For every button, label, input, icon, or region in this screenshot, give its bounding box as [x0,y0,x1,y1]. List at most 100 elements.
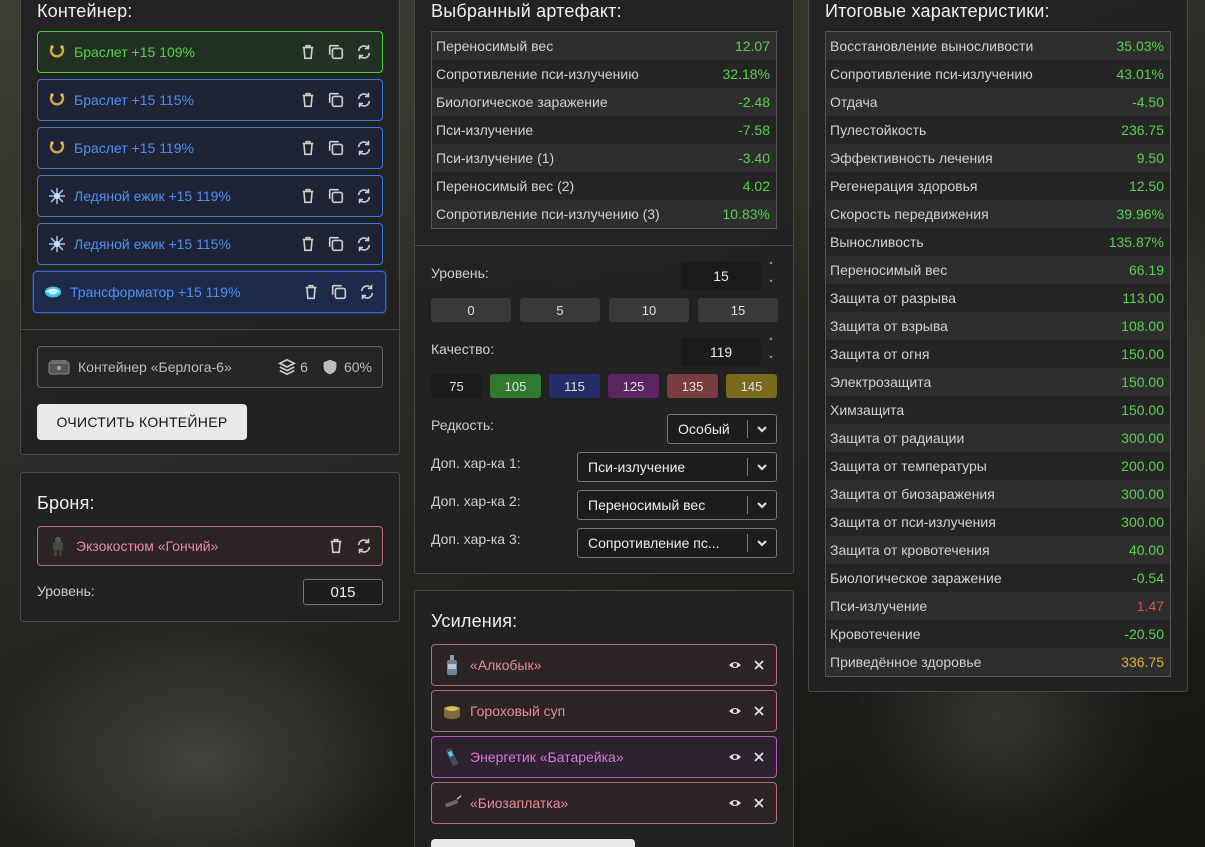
artifact-level-stepper[interactable]: ˄ ˅ [765,262,777,290]
artifact-level-input[interactable]: 15 [681,262,761,290]
chevron-down-icon [748,460,776,474]
container-item[interactable]: Браслет +15 119% [37,127,383,169]
container-item[interactable]: Ледяной ежик +15 115% [37,223,383,265]
quality-preset-button[interactable]: 105 [490,374,541,398]
extra2-select[interactable]: Переносимый вес [577,490,777,520]
boost-item[interactable]: Гороховый суп [431,690,777,732]
boost-item[interactable]: «Биозаплатка» [431,782,777,824]
trash-icon[interactable] [298,42,318,62]
stat-name: Защита от взрыва [830,318,948,334]
quality-preset-button[interactable]: 145 [726,374,777,398]
stat-row: Переносимый вес 66.19 [826,256,1170,284]
swap-icon[interactable] [354,90,374,110]
stat-name: Регенерация здоровья [830,178,978,194]
level-preset-button[interactable]: 10 [609,298,689,322]
bracelet-icon [48,91,66,109]
stat-value: 9.50 [1136,150,1164,166]
stat-name: Пси-излучение [436,122,534,138]
stat-name: Восстановление выносливости [830,38,1034,54]
copy-icon[interactable] [326,186,346,206]
close-icon[interactable] [752,704,766,718]
swap-icon[interactable] [357,282,377,302]
totals-title: Итоговые характеристики: [825,1,1050,21]
quality-preset-button[interactable]: 75 [431,374,482,398]
quality-preset-button[interactable]: 125 [608,374,659,398]
stat-value: 12.07 [734,38,770,54]
chevron-up-icon[interactable]: ˄ [769,338,774,348]
trash-icon[interactable] [298,138,318,158]
eye-icon[interactable] [728,750,742,764]
artifact-stats-table: Переносимый вес 12.07 Сопротивление пси-из… [431,31,777,229]
trash-icon[interactable] [301,282,321,302]
extra3-label: Доп. хар-ка 3: [431,531,521,547]
stat-name: Отдача [830,94,878,110]
stat-value: 200.00 [1121,458,1164,474]
stat-value: 1.47 [1136,598,1164,614]
extra1-select[interactable]: Пси-излучение [577,452,777,482]
add-boost-button[interactable] [431,839,635,847]
artifact-quality-stepper[interactable]: ˄ ˅ [765,338,777,366]
stat-row: Защита от пси-излучения 300.00 [826,508,1170,536]
boost-item[interactable]: Энергетик «Батарейка» [431,736,777,778]
crate-icon [48,358,70,376]
swap-icon[interactable] [354,186,374,206]
stat-value: -20.50 [1124,626,1164,642]
extra1-label: Доп. хар-ка 1: [431,455,521,471]
level-preset-button[interactable]: 5 [520,298,600,322]
stat-name: Сопротивление пси-излучению (3) [436,206,660,222]
trash-icon[interactable] [326,536,346,556]
boost-item[interactable]: «Алкобык» [431,644,777,686]
stat-value: 40.00 [1128,542,1164,558]
chevron-down-icon[interactable]: ˅ [769,280,774,290]
container-item[interactable]: Ледяной ежик +15 119% [37,175,383,217]
clear-container-button[interactable]: ОЧИСТИТЬ КОНТЕЙНЕР [37,404,247,440]
quality-preset-button[interactable]: 115 [549,374,600,398]
close-icon[interactable] [752,750,766,764]
copy-icon[interactable] [329,282,349,302]
copy-icon[interactable] [326,234,346,254]
swap-icon[interactable] [354,234,374,254]
armor-item[interactable]: Экзокостюм «Гончий» [37,526,383,566]
trash-icon[interactable] [298,234,318,254]
extra2-label: Доп. хар-ка 2: [431,493,521,509]
extra1-value: Пси-излучение [588,459,686,475]
extra3-select[interactable]: Сопротивление пс... [577,528,777,558]
chevron-down-icon[interactable]: ˅ [769,356,774,366]
close-icon[interactable] [752,796,766,810]
artifact-quality-input[interactable]: 119 [681,338,761,366]
stat-row: Переносимый вес 12.07 [432,32,776,60]
swap-icon[interactable] [354,138,374,158]
level-preset-button[interactable]: 0 [431,298,511,322]
container-box[interactable]: Контейнер «Берлога-6» 6 60% [37,346,383,388]
copy-icon[interactable] [326,42,346,62]
stat-value: 4.02 [742,178,770,194]
eye-icon[interactable] [728,658,742,672]
copy-icon[interactable] [326,138,346,158]
container-item[interactable]: Браслет +15 115% [37,79,383,121]
container-title: Контейнер: [37,1,133,21]
totals-stats-table: Восстановление выносливости 35.03% Сопроти… [825,31,1171,677]
swap-icon[interactable] [354,536,374,556]
stat-row: Отдача -4.50 [826,88,1170,116]
eye-icon[interactable] [728,796,742,810]
eye-icon[interactable] [728,704,742,718]
trash-icon[interactable] [298,186,318,206]
stat-name: Защита от радиации [830,430,965,446]
stat-row: Защита от биозаражения 300.00 [826,480,1170,508]
armor-level-input[interactable]: 015 [303,579,383,605]
quality-preset-button[interactable]: 135 [667,374,718,398]
trash-icon[interactable] [298,90,318,110]
armor-panel: Броня: Экзокостюм «Гончий» Уровень: 015 [20,472,400,622]
swap-icon[interactable] [354,42,374,62]
layers-icon [278,358,297,376]
container-item[interactable]: Трансформатор +15 119% [33,271,386,313]
ice-hedgehog-icon [48,235,66,253]
container-item[interactable]: Браслет +15 109% [37,31,383,73]
close-icon[interactable] [752,658,766,672]
rarity-select[interactable]: Особый [667,414,777,444]
level-preset-button[interactable]: 15 [698,298,778,322]
stat-name: Кровотечение [830,626,921,642]
chevron-up-icon[interactable]: ˄ [769,262,774,272]
stat-value: 300.00 [1121,514,1164,530]
copy-icon[interactable] [326,90,346,110]
